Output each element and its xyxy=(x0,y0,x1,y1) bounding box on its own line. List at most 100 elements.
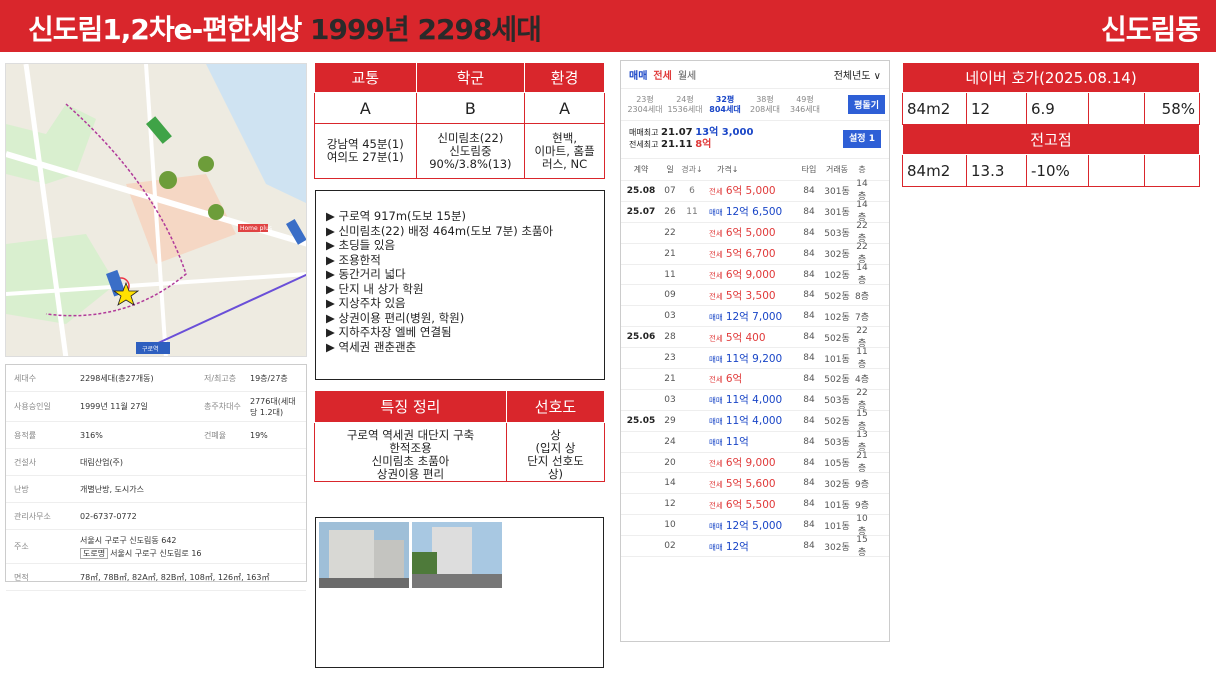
tab-monthly[interactable]: 월세 xyxy=(678,67,696,82)
transaction-row[interactable]: 23 매매 11억 9,200 84 101동 11층 xyxy=(621,347,889,370)
header-bar: 신도림1,2차e-편한세상 1999년 2298세대 신도림동 xyxy=(0,0,1216,52)
max-sale-label: 매매최고 xyxy=(629,128,659,137)
transaction-row[interactable]: 25.08 07 6 전세 6억 5,000 84 301동 14층 xyxy=(621,179,889,203)
transaction-row[interactable]: 14 전세 5억 5,600 84 302동 9층 xyxy=(621,473,889,495)
col-floor[interactable]: 층 xyxy=(853,164,871,175)
photo-box xyxy=(315,517,604,668)
apt-name: 신도림1,2차e-편한세상 xyxy=(28,13,302,46)
settings-button[interactable]: 설정 1 xyxy=(843,130,881,148)
transaction-row[interactable]: 10 매매 12억 5,000 84 101동 10층 xyxy=(621,514,889,537)
row-price-value: 12억 6,500 xyxy=(725,206,783,219)
col-price[interactable]: 가격↓ xyxy=(705,164,797,175)
size-option[interactable]: 24평 1536세대 xyxy=(665,95,705,115)
row-price: 매매 11억 xyxy=(705,434,797,449)
location-map[interactable]: Home plus 구로역 xyxy=(5,63,307,357)
grade-detail: 신미림초(22) 신도림중 90%/3.8%(13) xyxy=(415,123,526,179)
info-row: 세대수 2298세대(총27개동) 저/최고층 19층/27층 xyxy=(6,365,306,392)
row-price: 전세 6억 5,000 xyxy=(705,225,797,240)
transaction-row[interactable]: 02 매매 12억 84 302동 15층 xyxy=(621,535,889,558)
info-key: 용적률 xyxy=(14,430,37,440)
station-label: 구로역 xyxy=(142,345,159,353)
row-price: 전세 6억 9,000 xyxy=(705,455,797,470)
detail-line: 러스, NC xyxy=(542,156,588,171)
size-pyeong: 23평 xyxy=(636,94,654,104)
row-type: 84 xyxy=(803,290,815,301)
col-day[interactable]: 일 xyxy=(661,164,679,175)
row-type: 84 xyxy=(803,520,815,531)
row-dong: 502동 xyxy=(824,291,850,302)
size-option[interactable]: 23평 2304세대 xyxy=(625,95,665,115)
transaction-row[interactable]: 20 전세 6억 9,000 84 105동 21층 xyxy=(621,451,889,474)
street-photo[interactable] xyxy=(412,522,502,588)
col-dong[interactable]: 거래동 xyxy=(821,164,853,175)
ask-price: 12 xyxy=(966,92,1027,125)
transaction-row[interactable]: 21 전세 6억 84 502동 4층 xyxy=(621,369,889,390)
transaction-row[interactable]: 11 전세 6억 9,000 84 102동 14층 xyxy=(621,263,889,287)
row-day: 11 xyxy=(664,269,676,280)
max-sale-date: 21.07 xyxy=(661,127,693,138)
peak-change: -10% xyxy=(1026,154,1089,187)
map-graphic: Home plus 구로역 xyxy=(6,64,306,356)
row-type: 84 xyxy=(803,436,815,447)
tab-jeonse[interactable]: 전세 xyxy=(653,67,671,82)
size-option[interactable]: 49평 346세대 xyxy=(785,95,825,115)
row-floor: 15층 xyxy=(856,409,868,433)
col-type[interactable]: 타입 xyxy=(797,164,821,175)
size-toggle-button[interactable]: 평돌기 xyxy=(848,95,885,114)
row-dong: 302동 xyxy=(824,250,850,261)
transaction-row[interactable]: 21 전세 5억 6,700 84 302동 22층 xyxy=(621,242,889,266)
info-row: 용적률 316% 건폐율 19% xyxy=(6,422,306,449)
row-deal-type: 전세 xyxy=(709,271,723,280)
transaction-row[interactable]: 03 매매 11억 4,000 84 503동 22층 xyxy=(621,388,889,411)
info-key: 난방 xyxy=(14,484,29,494)
row-type: 84 xyxy=(803,373,815,384)
row-price-value: 5억 5,600 xyxy=(725,477,776,490)
feature-line: 한적조용 xyxy=(389,441,432,455)
grade-header: 학군 xyxy=(415,62,526,93)
transaction-row[interactable]: 25.06 28 전세 5억 400 84 502동 22층 xyxy=(621,326,889,349)
deal-type-tabs: 매매 전세 월세 전체년도 ∨ xyxy=(621,61,889,89)
row-price-value: 6억 9,000 xyxy=(725,457,776,470)
bullet-item: ▶ 상권이용 편리(병원, 학원) xyxy=(326,310,465,325)
tab-sale[interactable]: 매매 xyxy=(629,67,647,82)
row-day: 02 xyxy=(664,541,676,552)
ask-blank xyxy=(1088,92,1145,125)
info-value: 대림산업(주) xyxy=(80,457,124,467)
grade-value: B xyxy=(415,92,526,124)
info-key: 건폐율 xyxy=(204,430,227,440)
transaction-row[interactable]: 24 매매 11억 84 503동 13층 xyxy=(621,430,889,453)
size-option[interactable]: 38평 208세대 xyxy=(745,95,785,115)
row-dong: 105동 xyxy=(824,459,850,470)
apt-year-units: 1999년 2298세대 xyxy=(301,13,542,46)
size-option-selected[interactable]: 32평 804세대 xyxy=(705,95,745,115)
row-day: 22 xyxy=(664,227,676,238)
row-day: 28 xyxy=(664,332,676,343)
size-households: 2304세대 xyxy=(627,104,663,114)
transaction-panel: 매매 전세 월세 전체년도 ∨ 23평 2304세대 24평 1536세대 32평 8… xyxy=(620,60,890,642)
grade-detail: 현백, 이마트, 홈플 러스, NC xyxy=(524,123,605,179)
row-floor: 14층 xyxy=(856,179,868,203)
transaction-row[interactable]: 09 전세 5억 3,500 84 502동 8층 xyxy=(621,285,889,307)
info-value: 02-6737-0772 xyxy=(80,511,137,521)
max-jeonse-value: 8억 xyxy=(695,139,712,150)
info-value: 19% xyxy=(250,430,268,440)
building-photo[interactable] xyxy=(319,522,409,588)
max-jeonse-date: 21.11 xyxy=(661,139,693,150)
info-row: 건설사 대림산업(주) xyxy=(6,449,306,476)
row-floor: 22층 xyxy=(856,242,868,266)
size-households: 804세대 xyxy=(709,104,741,114)
transaction-row[interactable]: 25.07 26 11 매매 12억 6,500 84 301동 14층 xyxy=(621,200,889,224)
year-filter-dropdown[interactable]: 전체년도 ∨ xyxy=(834,67,881,82)
transaction-row[interactable]: 12 전세 6억 5,500 84 101동 9층 xyxy=(621,494,889,516)
row-floor: 14층 xyxy=(856,263,868,287)
col-contract[interactable]: 계약 xyxy=(621,164,661,175)
col-elapsed[interactable]: 경과↓ xyxy=(679,164,705,175)
row-price: 전세 6억 9,000 xyxy=(705,267,797,282)
transaction-row[interactable]: 22 전세 6억 5,000 84 503동 22층 xyxy=(621,221,889,244)
grade-header: 교통 xyxy=(314,62,417,93)
page-title: 신도림1,2차e-편한세상 1999년 2298세대 xyxy=(28,8,542,48)
transaction-row[interactable]: 03 매매 12억 7,000 84 102동 7층 xyxy=(621,306,889,328)
transaction-row[interactable]: 25.05 29 매매 11억 4,000 84 502동 15층 xyxy=(621,409,889,433)
row-floor: 14층 xyxy=(856,200,868,224)
size-pyeong: 32평 xyxy=(715,94,735,104)
